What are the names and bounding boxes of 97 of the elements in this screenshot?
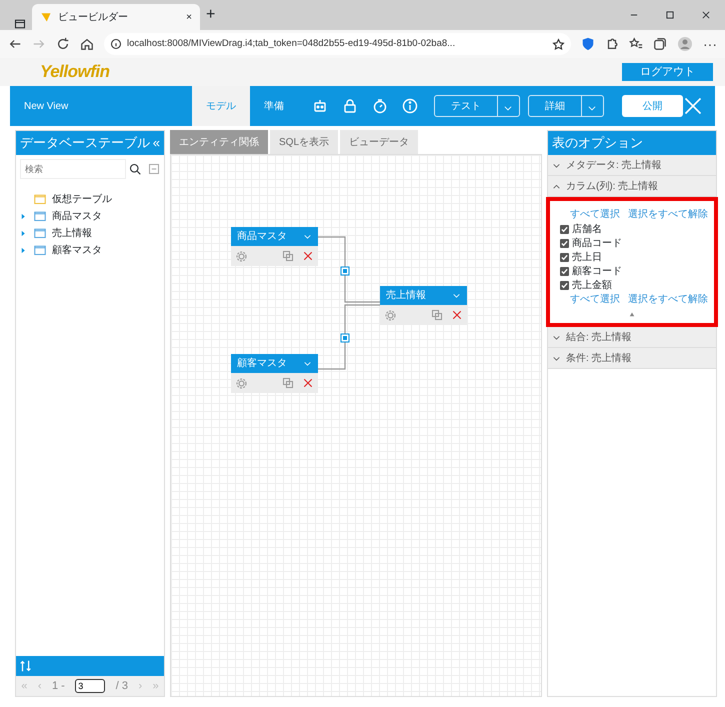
robot-icon[interactable] xyxy=(312,98,328,114)
column-name: 売上日 xyxy=(572,250,602,264)
select-link[interactable]: すべて選択 xyxy=(570,292,620,307)
select-link[interactable]: すべて選択 xyxy=(570,207,620,222)
expand-icon[interactable] xyxy=(20,246,27,254)
favorites-icon[interactable] xyxy=(629,37,643,51)
extension-icon[interactable] xyxy=(605,37,619,51)
column-name: 商品コード xyxy=(572,236,622,250)
close-tab-button[interactable]: × xyxy=(186,10,192,24)
section-header[interactable]: カラム(列): 売上情報 xyxy=(548,176,716,197)
collapse-icon[interactable] xyxy=(628,311,636,317)
tree-item[interactable]: 商品マスタ xyxy=(20,208,160,224)
favorite-icon[interactable] xyxy=(552,38,565,50)
lock-icon[interactable] xyxy=(342,98,358,114)
details-button[interactable]: 詳細 xyxy=(528,95,604,117)
gear-icon[interactable] xyxy=(384,308,397,322)
join-icon[interactable] xyxy=(340,334,350,342)
switch-icon[interactable] xyxy=(19,659,33,673)
tab-title: ビュービルダー xyxy=(58,10,129,24)
new-tab-button[interactable]: + xyxy=(206,3,216,27)
home-icon[interactable] xyxy=(80,37,94,51)
checkbox[interactable] xyxy=(560,238,569,248)
back-icon[interactable] xyxy=(8,37,22,51)
checkbox[interactable] xyxy=(560,280,569,290)
timer-icon[interactable] xyxy=(372,98,388,114)
toolbar-tab[interactable]: モデル xyxy=(192,86,250,126)
copy-icon[interactable] xyxy=(282,250,294,262)
delete-icon[interactable] xyxy=(451,309,463,321)
select-link[interactable]: 選択をすべて解除 xyxy=(628,207,708,222)
connector-line xyxy=(318,304,380,370)
logout-button[interactable]: ログアウト xyxy=(622,63,713,81)
collapse-button[interactable]: « xyxy=(152,133,160,153)
page-field[interactable]: 3 xyxy=(75,679,106,693)
copy-icon[interactable] xyxy=(431,309,443,321)
gear-icon[interactable] xyxy=(235,250,248,262)
table-icon xyxy=(32,210,48,222)
view-name: New View xyxy=(24,100,68,112)
profile-icon[interactable] xyxy=(677,36,693,52)
column-name: 顧客コード xyxy=(572,264,622,278)
table-icon xyxy=(32,193,48,205)
toolbar-tab[interactable]: 準備 xyxy=(250,86,298,126)
delete-icon[interactable] xyxy=(302,377,314,389)
section-header[interactable]: メタデータ: 売上情報 xyxy=(548,155,716,176)
table-name: 仮想テーブル xyxy=(52,192,112,206)
panel-title: 表のオプション xyxy=(552,134,643,152)
connector-line xyxy=(318,236,380,303)
sidebar-icon[interactable] xyxy=(14,18,26,30)
canvas-tab[interactable]: エンティティ関係 xyxy=(170,130,268,154)
address-bar[interactable]: localhost:8008/MIViewDrag.i4;tab_token=048d2b55-ed19-495d-81b0-02ba8... xyxy=(104,33,571,55)
expand-icon[interactable] xyxy=(20,212,27,220)
node-header[interactable]: 売上情報 xyxy=(380,286,467,305)
table-name: 売上情報 xyxy=(52,226,92,240)
forward-icon[interactable] xyxy=(32,37,46,51)
select-link[interactable]: 選択をすべて解除 xyxy=(628,292,708,307)
checkbox[interactable] xyxy=(560,266,569,276)
more-button[interactable]: ··· xyxy=(703,34,717,54)
tree-item[interactable]: 仮想テーブル xyxy=(20,191,160,207)
test-button[interactable]: テスト xyxy=(434,95,520,117)
url-text: localhost:8008/MIViewDrag.i4;tab_token=048d2b55-ed19-495d-81b0-02ba8... xyxy=(127,36,456,51)
maximize-icon[interactable] xyxy=(665,10,675,20)
canvas-tab[interactable]: SQLを表示 xyxy=(270,130,338,154)
app-icon xyxy=(40,11,52,23)
node-header[interactable]: 顧客マスタ xyxy=(231,354,318,373)
page-total: / 3 xyxy=(116,678,128,694)
table-name: 顧客マスタ xyxy=(52,244,102,258)
shield-icon[interactable] xyxy=(581,37,595,51)
gear-icon[interactable] xyxy=(235,376,248,390)
search-field[interactable]: 検索 xyxy=(20,159,126,179)
expand-icon[interactable] xyxy=(20,230,27,236)
reload-icon[interactable] xyxy=(56,37,70,51)
publish-button[interactable]: 公開 xyxy=(622,95,683,117)
page-range: 1 - xyxy=(52,678,65,694)
browser-tab[interactable]: ビュービルダー × xyxy=(32,4,200,30)
section-header[interactable]: 結合: 売上情報 xyxy=(548,327,716,348)
join-icon[interactable] xyxy=(340,266,350,276)
column-name: 売上金額 xyxy=(572,278,612,292)
tree-item[interactable]: 顧客マスタ xyxy=(20,242,160,258)
table-name: 商品マスタ xyxy=(52,210,102,224)
info-icon xyxy=(110,38,122,50)
delete-icon[interactable] xyxy=(302,250,314,262)
section-header[interactable]: 条件: 売上情報 xyxy=(548,348,716,369)
checkbox[interactable] xyxy=(560,224,569,234)
copy-icon[interactable] xyxy=(282,377,294,389)
collapse-all-icon[interactable] xyxy=(148,163,160,175)
logo: Yellowfin xyxy=(40,61,110,84)
tree-item[interactable]: 売上情報 xyxy=(20,225,160,241)
search-icon[interactable] xyxy=(129,163,141,175)
table-icon xyxy=(32,227,48,239)
info-icon[interactable] xyxy=(402,98,418,114)
checkbox[interactable] xyxy=(560,252,569,262)
node-header[interactable]: 商品マスタ xyxy=(231,227,318,246)
panel-title: データベーステーブル xyxy=(20,134,150,152)
column-name: 店舗名 xyxy=(572,222,602,236)
collections-icon[interactable] xyxy=(653,37,667,51)
table-icon xyxy=(32,244,48,256)
canvas-tab[interactable]: ビューデータ xyxy=(340,130,418,154)
close-icon[interactable] xyxy=(701,10,711,20)
